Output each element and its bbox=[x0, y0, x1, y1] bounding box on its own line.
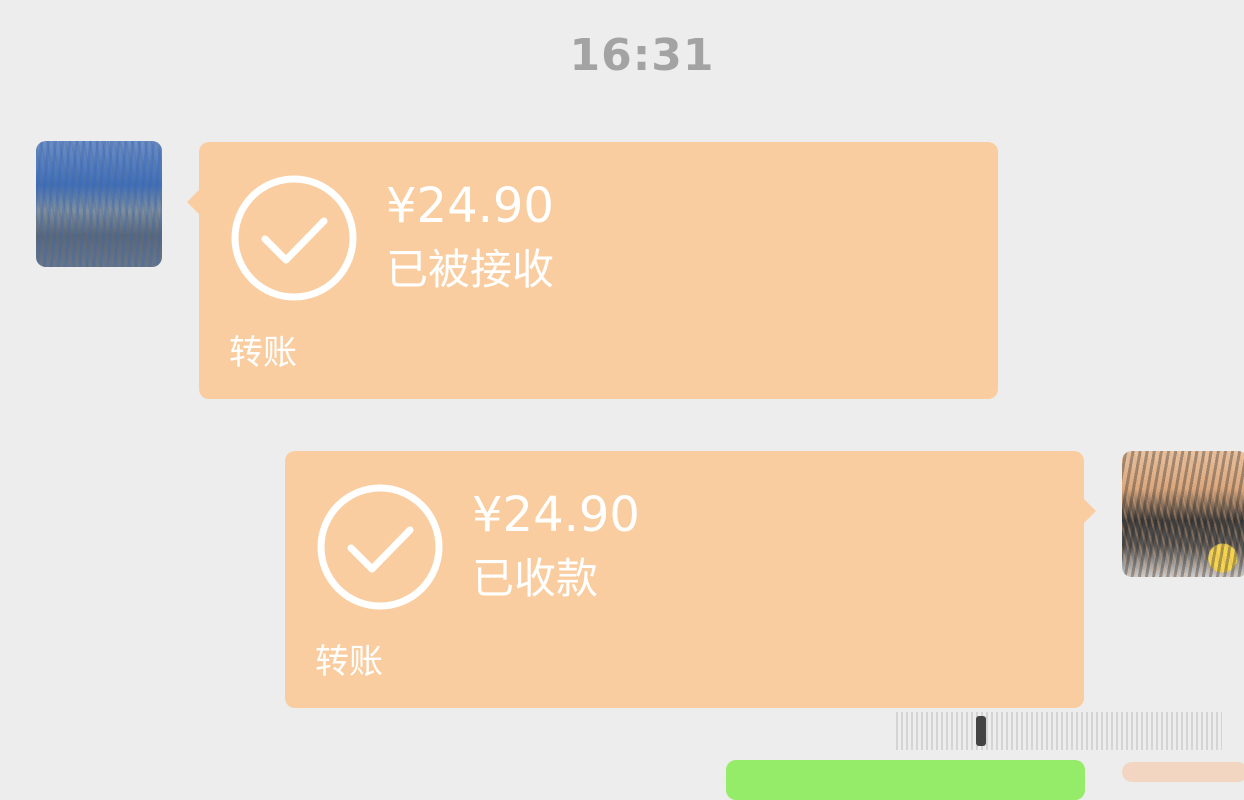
redaction-mark bbox=[896, 712, 1222, 750]
bubble-tail bbox=[187, 190, 199, 214]
transfer-label: 转账 bbox=[229, 333, 297, 373]
transfer-amount: ¥24.90 bbox=[386, 178, 554, 234]
transfer-bubble-received[interactable]: ¥24.90 已被接收 转账 bbox=[187, 142, 998, 399]
avatar-redaction bbox=[1122, 451, 1244, 577]
my-avatar-partial[interactable] bbox=[1122, 762, 1244, 782]
contact-avatar[interactable] bbox=[36, 141, 162, 267]
transfer-status: 已收款 bbox=[472, 554, 599, 603]
check-circle-icon bbox=[231, 175, 357, 301]
transfer-amount: ¥24.90 bbox=[472, 487, 640, 543]
chat-timestamp: 16:31 bbox=[569, 30, 715, 81]
bubble-tail bbox=[1084, 499, 1096, 523]
transfer-bubble-sent[interactable]: ¥24.90 已收款 转账 bbox=[285, 451, 1096, 708]
my-avatar[interactable] bbox=[1122, 451, 1244, 577]
check-circle-icon bbox=[317, 484, 443, 610]
transfer-status: 已被接收 bbox=[386, 245, 555, 294]
transfer-label: 转账 bbox=[315, 642, 383, 682]
sent-text-bubble-partial[interactable] bbox=[726, 760, 1085, 800]
avatar-redaction bbox=[36, 141, 162, 267]
